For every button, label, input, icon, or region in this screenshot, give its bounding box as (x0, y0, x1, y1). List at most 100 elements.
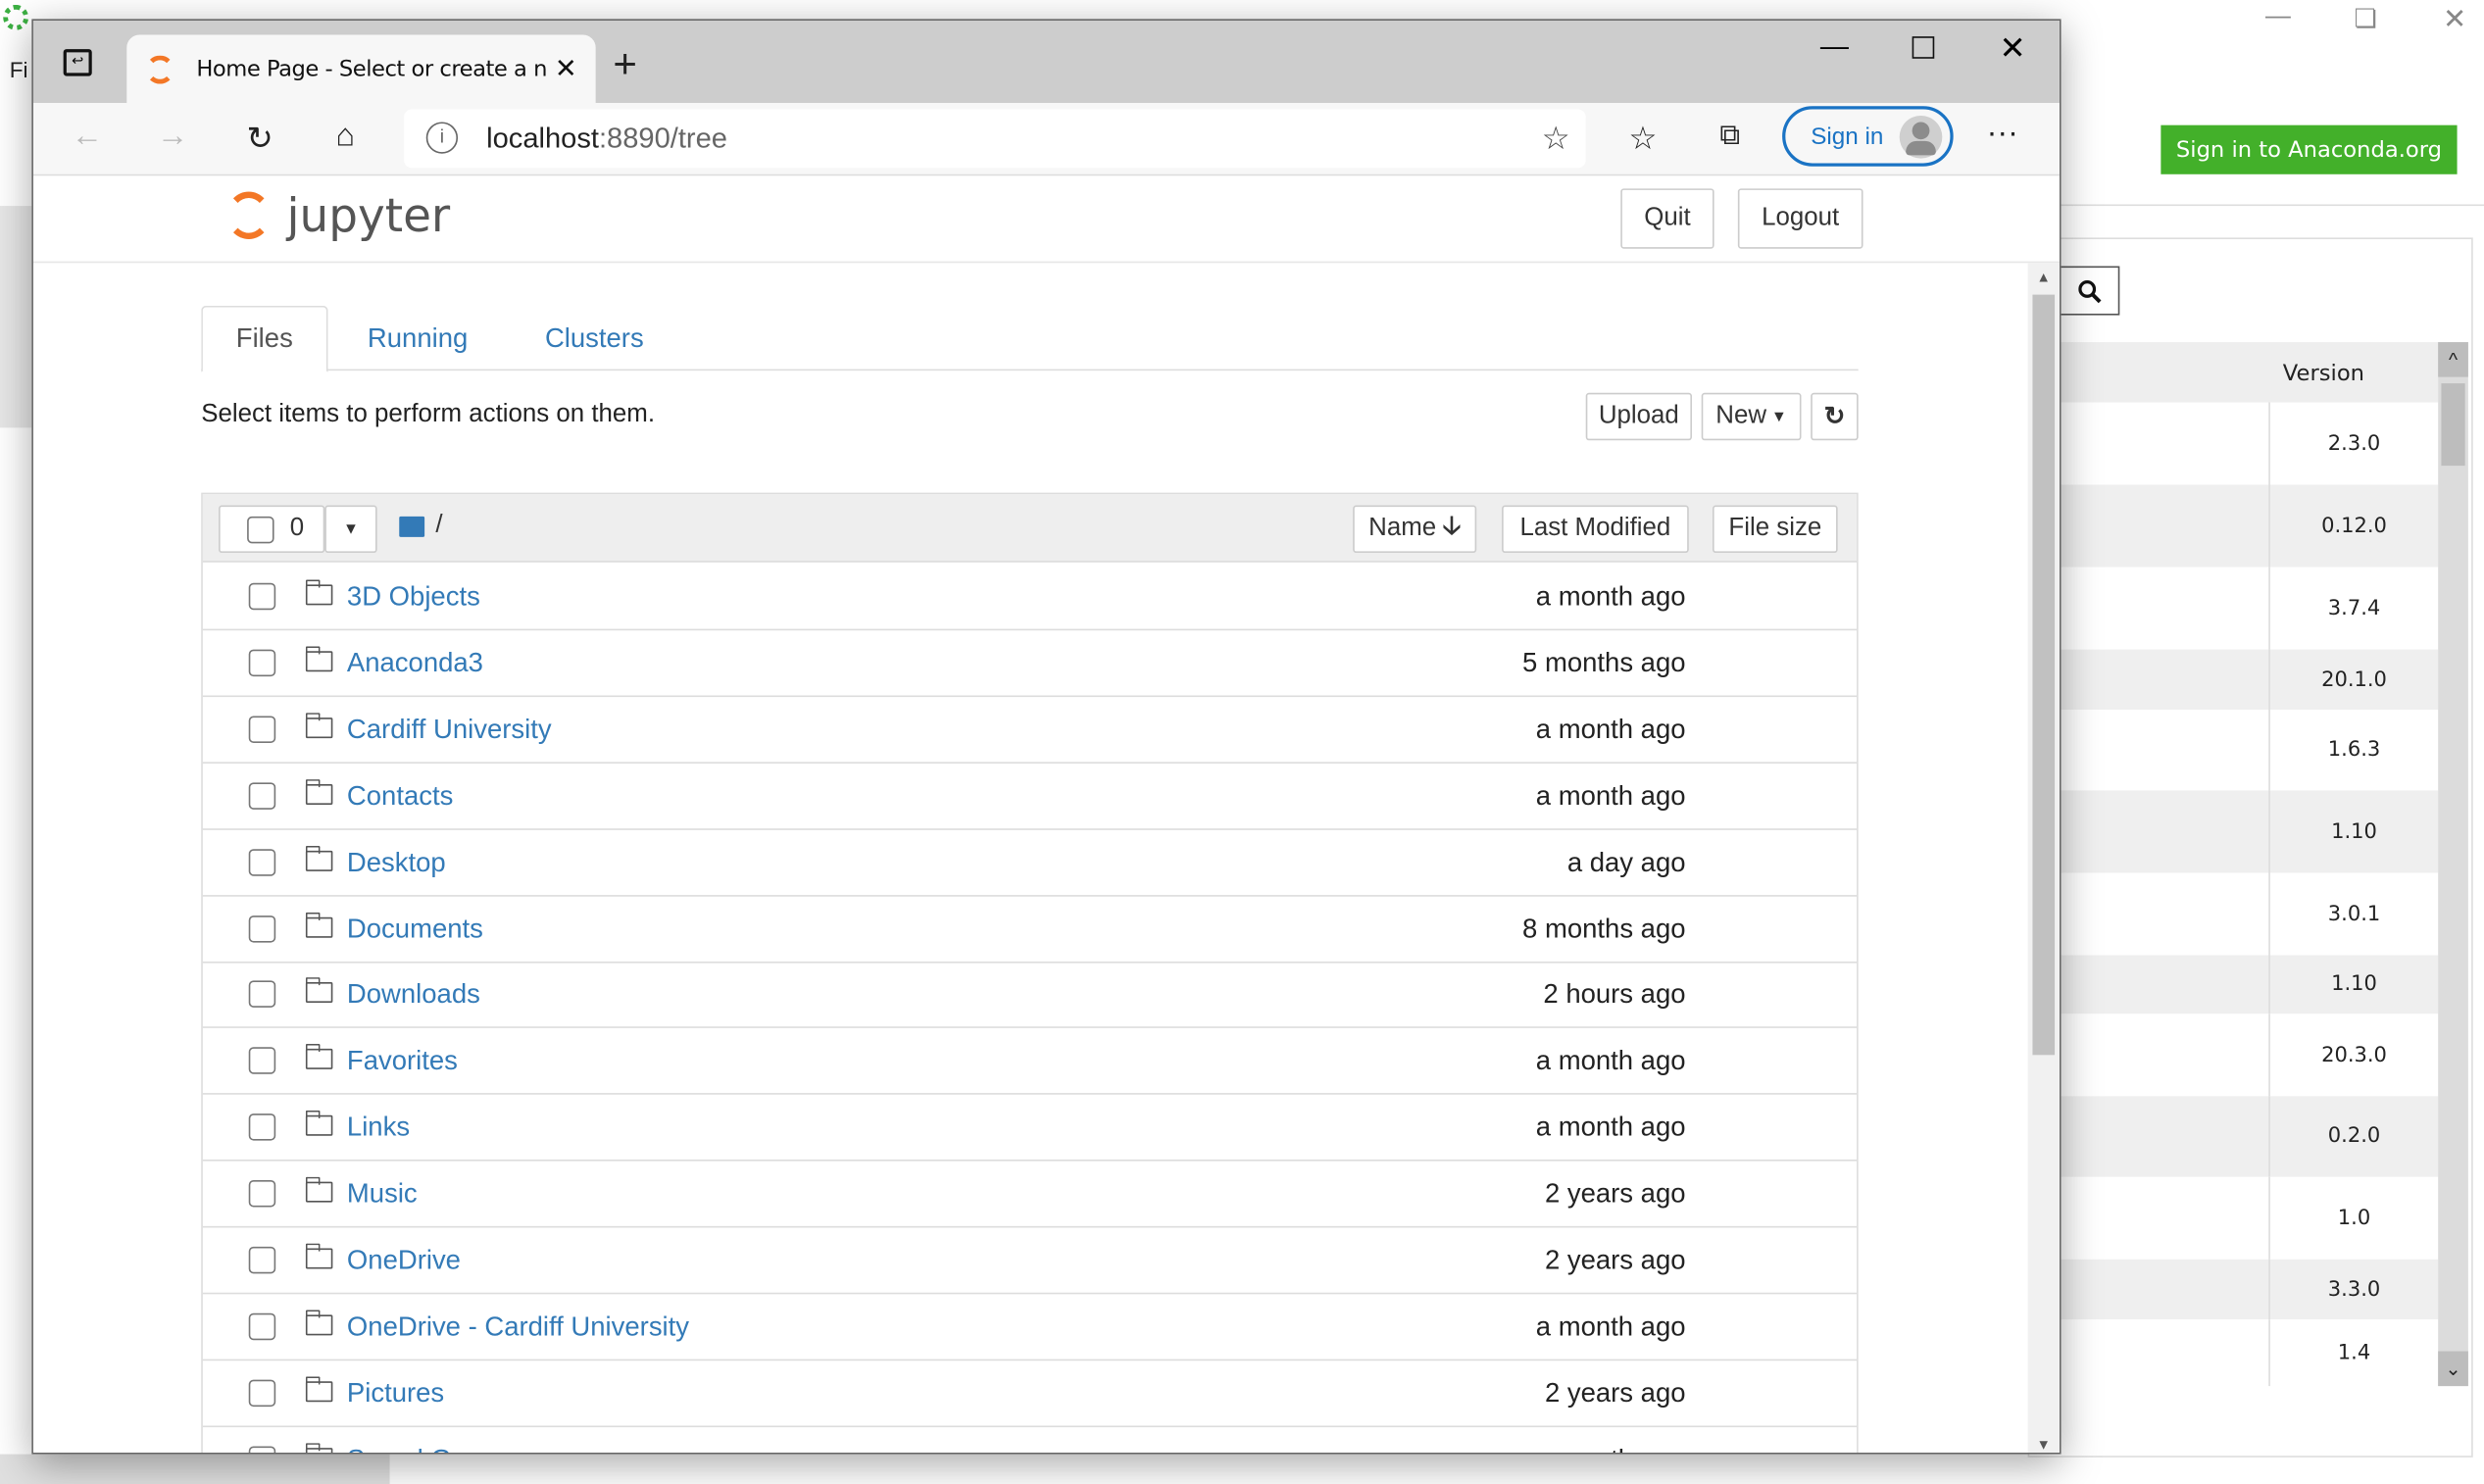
quit-button[interactable]: Quit (1620, 188, 1714, 249)
scrollbar-thumb[interactable] (2032, 294, 2056, 1056)
collections-icon[interactable]: ⧉ (1710, 119, 1751, 152)
item-checkbox[interactable] (248, 781, 276, 810)
package-row[interactable]: 0.2.0 (2059, 1096, 2439, 1177)
package-row[interactable]: 3.0.1 (2059, 872, 2439, 956)
add-favorite-icon[interactable]: ☆ (1542, 119, 1570, 158)
more-options-icon[interactable]: ··· (1982, 116, 2023, 152)
maximize-icon[interactable] (1912, 36, 1935, 59)
select-all-checkbox[interactable] (247, 516, 274, 543)
item-name-link[interactable]: Documents (347, 914, 483, 945)
tab-files[interactable]: Files (201, 305, 328, 372)
item-checkbox[interactable] (248, 1445, 276, 1453)
item-checkbox[interactable] (248, 716, 276, 743)
package-row[interactable]: 1.10 (2059, 955, 2439, 1014)
refresh-icon[interactable]: ↻ (239, 119, 280, 158)
package-row[interactable]: 1.4 (2059, 1319, 2439, 1387)
item-name-link[interactable]: Links (347, 1113, 410, 1144)
file-list-item[interactable]: Downloads 2 hours ago (202, 963, 1858, 1029)
upload-button[interactable]: Upload (1585, 392, 1692, 441)
jupyter-logo[interactable]: jupyter (226, 188, 450, 242)
scroll-up-icon[interactable]: ^ (2438, 342, 2468, 377)
item-name-link[interactable]: OneDrive (347, 1245, 461, 1276)
version-column-header[interactable]: Version (2283, 361, 2364, 386)
scroll-down-icon[interactable]: ⌄ (2438, 1351, 2468, 1387)
logout-button[interactable]: Logout (1737, 188, 1863, 249)
item-checkbox[interactable] (248, 1180, 276, 1208)
scroll-down-icon[interactable]: ▼ (2028, 1437, 2060, 1453)
refresh-list-button[interactable]: ↻ (1811, 392, 1859, 441)
back-icon[interactable]: ← (67, 119, 108, 155)
address-bar[interactable]: i localhost:8890/tree ☆ (404, 109, 1586, 169)
item-checkbox[interactable] (248, 1113, 276, 1141)
item-checkbox[interactable] (248, 649, 276, 676)
favorites-icon[interactable]: ☆ (1622, 119, 1664, 158)
anaconda-menu-file[interactable]: Fi (10, 57, 28, 82)
tab-close-icon[interactable]: ✕ (555, 53, 577, 84)
file-list-item[interactable]: Contacts a month ago (202, 763, 1858, 830)
package-row[interactable]: 3.7.4 (2059, 567, 2439, 650)
scrollbar-thumb[interactable] (2441, 383, 2465, 467)
item-name-link[interactable]: Contacts (347, 780, 453, 812)
forward-icon[interactable]: → (152, 119, 193, 155)
home-icon[interactable]: ⌂ (324, 119, 366, 155)
file-list-item[interactable]: Documents 8 months ago (202, 896, 1858, 963)
file-list-item[interactable]: Anaconda3 5 months ago (202, 630, 1858, 697)
minimize-icon[interactable]: — (1820, 30, 1849, 64)
item-checkbox[interactable] (248, 1047, 276, 1075)
item-checkbox[interactable] (248, 582, 276, 611)
item-checkbox[interactable] (248, 915, 276, 942)
anaconda-close-icon[interactable]: ✕ (2443, 3, 2466, 36)
anaconda-restore-icon[interactable]: ❏ (2355, 3, 2377, 34)
item-name-link[interactable]: OneDrive - Cardiff University (347, 1311, 689, 1343)
tab-actions-icon[interactable]: ↩ (63, 49, 92, 76)
file-list-item[interactable]: Desktop a day ago (202, 829, 1858, 897)
item-checkbox[interactable] (248, 1379, 276, 1407)
package-row[interactable]: 0.12.0 (2059, 484, 2439, 568)
close-window-icon[interactable]: ✕ (2000, 28, 2026, 68)
file-list-item[interactable]: OneDrive - Cardiff University a month ago (202, 1294, 1858, 1361)
browser-sign-in-button[interactable]: Sign in (1782, 106, 1954, 167)
file-list-item[interactable]: Saved Games a month ago (203, 1427, 1857, 1453)
package-row[interactable]: 1.6.3 (2059, 710, 2439, 791)
sort-name-button[interactable]: Name 🡣 (1353, 505, 1477, 554)
page-scrollbar[interactable]: ▲ ▼ (2027, 263, 2060, 1453)
file-list-item[interactable]: Cardiff University a month ago (202, 697, 1858, 764)
item-name-link[interactable]: Desktop (347, 847, 446, 878)
file-list-item[interactable]: OneDrive 2 years ago (202, 1227, 1858, 1295)
item-name-link[interactable]: Cardiff University (347, 715, 552, 746)
package-row[interactable]: 1.10 (2059, 790, 2439, 873)
sign-in-anaconda-button[interactable]: Sign in to Anaconda.org (2161, 124, 2458, 174)
select-dropdown-button[interactable]: ▼ (324, 505, 377, 554)
item-name-link[interactable]: Music (347, 1179, 418, 1211)
tab-running[interactable]: Running (334, 306, 501, 371)
package-row[interactable]: 20.1.0 (2059, 649, 2439, 711)
item-name-link[interactable]: Downloads (347, 979, 480, 1011)
new-tab-icon[interactable]: + (613, 39, 637, 88)
browser-tab-home[interactable]: Home Page - Select or create a n ✕ (126, 34, 596, 104)
item-checkbox[interactable] (248, 848, 276, 876)
new-dropdown-button[interactable]: New ▼ (1701, 392, 1802, 441)
scroll-up-icon[interactable]: ▲ (2028, 270, 2060, 285)
item-name-link[interactable]: Saved Games (347, 1444, 518, 1453)
file-list-item[interactable]: Favorites a month ago (202, 1028, 1858, 1096)
item-name-link[interactable]: Anaconda3 (347, 648, 483, 679)
sort-file-size-button[interactable]: File size (1713, 505, 1838, 554)
item-checkbox[interactable] (248, 1312, 276, 1341)
tab-clusters[interactable]: Clusters (512, 306, 677, 371)
package-search-button[interactable] (2059, 266, 2120, 316)
package-row[interactable]: 20.3.0 (2059, 1014, 2439, 1097)
packages-scrollbar[interactable]: ^ ⌄ (2438, 342, 2468, 1387)
item-checkbox[interactable] (248, 980, 276, 1009)
anaconda-minimize-icon[interactable]: — (2265, 3, 2291, 31)
package-row[interactable]: 1.0 (2059, 1176, 2439, 1260)
sort-last-modified-button[interactable]: Last Modified (1502, 505, 1689, 554)
item-name-link[interactable]: 3D Objects (347, 581, 480, 613)
item-checkbox[interactable] (248, 1246, 276, 1274)
package-row[interactable]: 2.3.0 (2059, 402, 2439, 485)
select-all-button[interactable]: 0 (219, 505, 325, 554)
breadcrumb-root[interactable]: / (435, 512, 442, 540)
file-list-item[interactable]: Links a month ago (202, 1095, 1858, 1162)
item-name-link[interactable]: Favorites (347, 1046, 458, 1077)
file-list-item[interactable]: Pictures 2 years ago (202, 1360, 1858, 1427)
item-name-link[interactable]: Pictures (347, 1378, 444, 1410)
